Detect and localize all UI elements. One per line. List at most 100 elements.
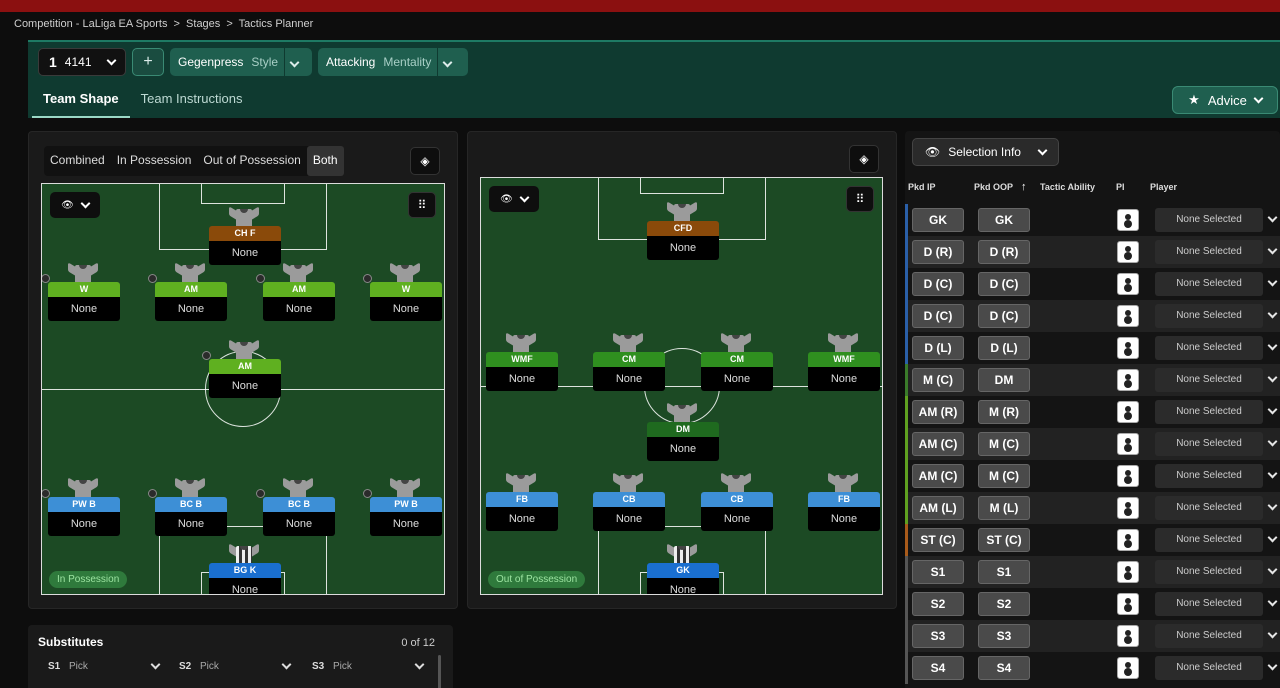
tab-team-shape[interactable]: Team Shape xyxy=(32,84,130,118)
player-instructions-icon[interactable] xyxy=(1117,337,1139,359)
player-instructions-icon[interactable] xyxy=(1117,305,1139,327)
picked-oop-position[interactable]: M (L) xyxy=(978,496,1030,520)
right_pitch-player-slot[interactable]: CB None xyxy=(593,472,665,532)
right_pitch-player-slot[interactable]: WMF None xyxy=(808,332,880,392)
right_pitch-player-slot[interactable]: CFD None xyxy=(647,201,719,261)
crumb-stages[interactable]: Stages xyxy=(186,18,220,30)
left_pitch-player-slot[interactable]: BG K None xyxy=(209,543,281,594)
left_pitch-player-slot[interactable]: BC B None xyxy=(148,477,227,537)
right_pitch-player-slot[interactable]: GK None xyxy=(647,543,719,594)
player-instructions-icon[interactable] xyxy=(1117,625,1139,647)
picked-oop-position[interactable]: S2 xyxy=(978,592,1030,616)
left_pitch-player-slot[interactable]: BC B None xyxy=(256,477,335,537)
player-select[interactable]: None Selected xyxy=(1155,240,1263,264)
add-tactic-button[interactable]: + xyxy=(132,48,164,76)
grid-icon[interactable]: ⠿ xyxy=(408,192,436,218)
picked-ip-position[interactable]: AM (L) xyxy=(912,496,964,520)
player-instructions-icon[interactable] xyxy=(1117,529,1139,551)
picked-oop-position[interactable]: DM xyxy=(978,368,1030,392)
player-select[interactable]: None Selected xyxy=(1155,560,1263,584)
picked-ip-position[interactable]: M (C) xyxy=(912,368,964,392)
substitutes-scrollbar[interactable] xyxy=(438,655,441,688)
right_pitch-player-slot[interactable]: CM None xyxy=(593,332,665,392)
right_pitch-player-slot[interactable]: DM None xyxy=(647,402,719,462)
player-instructions-icon[interactable] xyxy=(1117,273,1139,295)
right_pitch-player-slot[interactable]: CB None xyxy=(701,472,773,532)
player-select[interactable]: None Selected xyxy=(1155,304,1263,328)
col-player[interactable]: Player xyxy=(1150,182,1177,192)
picked-ip-position[interactable]: S3 xyxy=(912,624,964,648)
grid-icon[interactable]: ⠿ xyxy=(846,186,874,212)
left_pitch-player-slot[interactable]: CH F None xyxy=(209,206,281,266)
left_pitch-player-slot[interactable]: AM None xyxy=(148,262,227,322)
left_pitch-player-slot[interactable]: PW B None xyxy=(363,477,442,537)
sub-slot-s3[interactable]: S3 Pick xyxy=(312,659,427,672)
sub-slot-s1[interactable]: S1 Pick xyxy=(48,659,163,672)
player-instructions-icon[interactable] xyxy=(1117,561,1139,583)
player-instructions-icon[interactable] xyxy=(1117,465,1139,487)
formation-view-icon[interactable]: ◈ xyxy=(849,145,879,173)
left_pitch-player-slot[interactable]: W None xyxy=(42,262,120,322)
player-instructions-icon[interactable] xyxy=(1117,209,1139,231)
advice-button[interactable]: ★ Advice xyxy=(1172,86,1278,114)
player-instructions-icon[interactable] xyxy=(1117,497,1139,519)
player-select[interactable]: None Selected xyxy=(1155,528,1263,552)
picked-ip-position[interactable]: D (C) xyxy=(912,304,964,328)
player-select[interactable]: None Selected xyxy=(1155,368,1263,392)
picked-oop-position[interactable]: D (L) xyxy=(978,336,1030,360)
col-tactic-ability[interactable]: Tactic Ability xyxy=(1040,182,1095,192)
visibility-toggle[interactable]: 👁 xyxy=(50,192,100,218)
picked-oop-position[interactable]: M (R) xyxy=(978,400,1030,424)
filter-combined[interactable]: Combined xyxy=(44,146,111,176)
col-pkd-ip[interactable]: Pkd IP xyxy=(908,182,936,192)
crumb-competition[interactable]: Competition - LaLiga EA Sports xyxy=(14,18,167,30)
formation-view-icon[interactable]: ◈ xyxy=(410,147,440,175)
picked-oop-position[interactable]: D (C) xyxy=(978,272,1030,296)
picked-oop-position[interactable]: S1 xyxy=(978,560,1030,584)
player-select[interactable]: None Selected xyxy=(1155,464,1263,488)
right_pitch-player-slot[interactable]: CM None xyxy=(701,332,773,392)
picked-ip-position[interactable]: S2 xyxy=(912,592,964,616)
picked-ip-position[interactable]: AM (C) xyxy=(912,432,964,456)
picked-ip-position[interactable]: ST (C) xyxy=(912,528,964,552)
filter-out-of-possession[interactable]: Out of Possession xyxy=(197,146,306,176)
player-instructions-icon[interactable] xyxy=(1117,593,1139,615)
left_pitch-player-slot[interactable]: W None xyxy=(363,262,442,322)
player-select[interactable]: None Selected xyxy=(1155,272,1263,296)
picked-oop-position[interactable]: M (C) xyxy=(978,432,1030,456)
player-select[interactable]: None Selected xyxy=(1155,496,1263,520)
picked-oop-position[interactable]: S3 xyxy=(978,624,1030,648)
picked-oop-position[interactable]: GK xyxy=(978,208,1030,232)
sort-up-icon[interactable]: ↑ xyxy=(1021,181,1027,193)
mentality-select[interactable]: Attacking Mentality xyxy=(318,48,468,76)
picked-oop-position[interactable]: M (C) xyxy=(978,464,1030,488)
picked-ip-position[interactable]: S1 xyxy=(912,560,964,584)
col-pi[interactable]: PI xyxy=(1116,182,1125,192)
col-pkd-oop[interactable]: Pkd OOP xyxy=(974,182,1013,192)
picked-oop-position[interactable]: ST (C) xyxy=(978,528,1030,552)
picked-ip-position[interactable]: AM (R) xyxy=(912,400,964,424)
tab-team-instructions[interactable]: Team Instructions xyxy=(130,84,254,118)
player-select[interactable]: None Selected xyxy=(1155,656,1263,680)
left_pitch-player-slot[interactable]: AM None xyxy=(202,339,281,399)
picked-ip-position[interactable]: S4 xyxy=(912,656,964,680)
right_pitch-player-slot[interactable]: WMF None xyxy=(486,332,558,392)
picked-ip-position[interactable]: AM (C) xyxy=(912,464,964,488)
right_pitch-player-slot[interactable]: FB None xyxy=(486,472,558,532)
tactic-slot-select[interactable]: 1 4141 xyxy=(38,48,126,76)
selection-info-button[interactable]: 👁 Selection Info xyxy=(912,138,1059,166)
player-select[interactable]: None Selected xyxy=(1155,400,1263,424)
player-instructions-icon[interactable] xyxy=(1117,657,1139,679)
picked-oop-position[interactable]: S4 xyxy=(978,656,1030,680)
player-instructions-icon[interactable] xyxy=(1117,369,1139,391)
player-select[interactable]: None Selected xyxy=(1155,336,1263,360)
picked-ip-position[interactable]: D (L) xyxy=(912,336,964,360)
player-select[interactable]: None Selected xyxy=(1155,208,1263,232)
player-select[interactable]: None Selected xyxy=(1155,592,1263,616)
picked-ip-position[interactable]: D (R) xyxy=(912,240,964,264)
style-select[interactable]: Gegenpress Style xyxy=(170,48,312,76)
picked-ip-position[interactable]: GK xyxy=(912,208,964,232)
player-select[interactable]: None Selected xyxy=(1155,624,1263,648)
left_pitch-player-slot[interactable]: PW B None xyxy=(42,477,120,537)
sub-slot-s2[interactable]: S2 Pick xyxy=(179,659,294,672)
